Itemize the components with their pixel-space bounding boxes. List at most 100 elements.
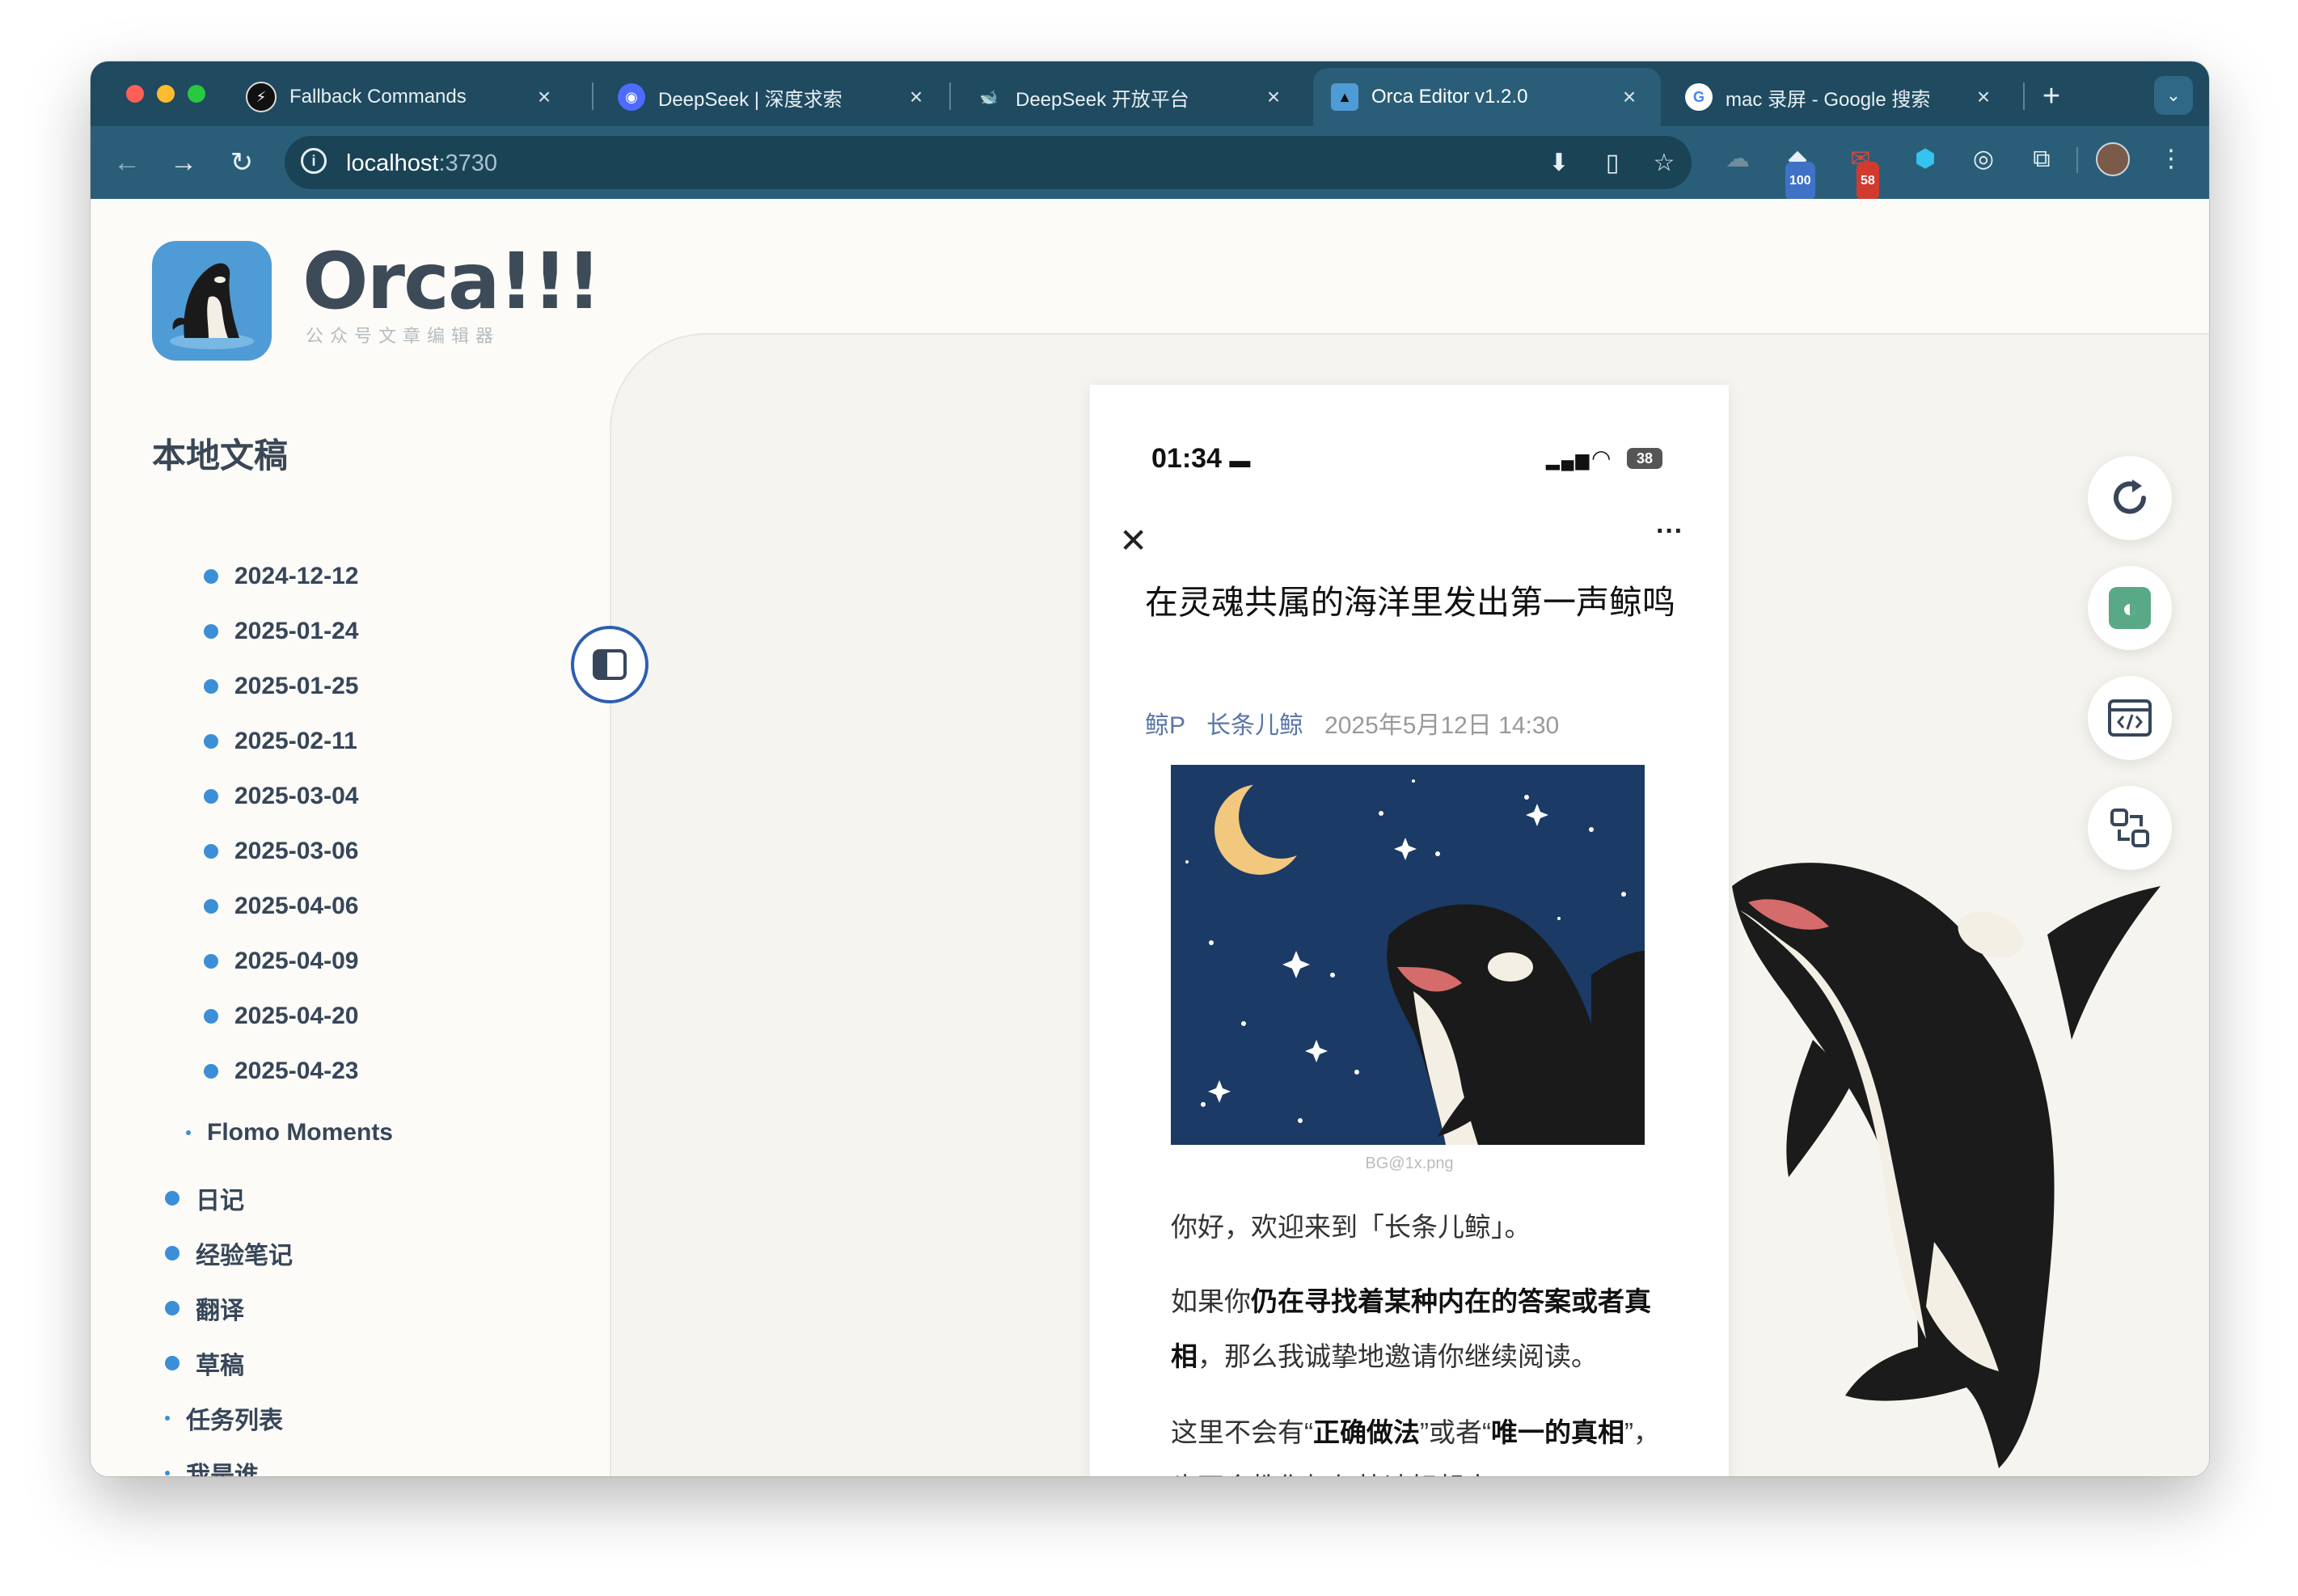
star-icon[interactable]: ☆ bbox=[1648, 147, 1680, 179]
bullet-icon bbox=[165, 1356, 180, 1370]
sidebar-toggle-icon bbox=[593, 649, 627, 680]
address-bar[interactable]: i localhost:3730 ⬇ ▯ ☆ bbox=[285, 136, 1692, 189]
close-window-button[interactable] bbox=[126, 85, 144, 103]
close-tab-icon[interactable]: × bbox=[1971, 84, 1996, 110]
sidebar-item[interactable]: 我是谁 bbox=[165, 1455, 259, 1476]
article-author[interactable]: 鲸P bbox=[1145, 712, 1185, 739]
tab-orca-editor[interactable]: ▲ Orca Editor v1.2.0 × bbox=[1313, 68, 1661, 126]
sidebar-item[interactable]: 2025-02-11 bbox=[204, 728, 357, 755]
raycast-icon: ⚡ bbox=[246, 82, 277, 112]
forward-icon[interactable]: → bbox=[163, 142, 204, 183]
sidebar-item[interactable]: 2025-03-04 bbox=[204, 783, 358, 810]
article-paragraph: 你好，欢迎来到「长条儿鲸」。 bbox=[1171, 1212, 1531, 1242]
refresh-button[interactable] bbox=[2088, 456, 2172, 540]
sidebar-item[interactable]: 2025-04-09 bbox=[204, 948, 358, 975]
glasses-extension-icon[interactable]: ◎ bbox=[1965, 141, 2002, 178]
sidebar-item-label: 2025-04-23 bbox=[234, 1058, 359, 1084]
sidebar-item[interactable]: 经验笔记 bbox=[165, 1235, 293, 1271]
bullet-icon bbox=[186, 1130, 191, 1135]
google-icon: G bbox=[1685, 83, 1713, 111]
bullet-icon bbox=[165, 1246, 180, 1260]
article-date: 2025年5月12日 14:30 bbox=[1324, 712, 1560, 739]
zoom-window-button[interactable] bbox=[188, 85, 205, 103]
extension-badge: 100 bbox=[1785, 162, 1815, 201]
new-tab-button[interactable]: + bbox=[2031, 76, 2072, 116]
sidebar-item-label: 草稿 bbox=[196, 1353, 244, 1379]
orca-logo-icon bbox=[152, 241, 272, 361]
orca-app: Orca!!! 公众号文章编辑器 本地文稿 2024-12-12 2025-01-… bbox=[91, 199, 2209, 1476]
bullet-icon bbox=[204, 789, 218, 804]
browser-window: ⚡ Fallback Commands × ◉ DeepSeek | 深度求索 … bbox=[91, 61, 2209, 1476]
tab-divider bbox=[592, 82, 594, 110]
sidebar-item-label: Flomo Moments bbox=[207, 1119, 393, 1146]
sidebar-item-label: 我是谁 bbox=[186, 1463, 259, 1476]
close-tab-icon[interactable]: × bbox=[532, 84, 556, 110]
sidebar-item[interactable]: 翻译 bbox=[165, 1290, 244, 1326]
sidebar-item-label: 2025-04-09 bbox=[234, 948, 359, 974]
bullet-icon bbox=[204, 624, 218, 639]
whale-icon: 🐋 bbox=[979, 88, 999, 105]
tab-deepseek[interactable]: ◉ DeepSeek | 深度求索 × bbox=[600, 68, 948, 126]
tab-google-search[interactable]: G mac 录屏 - Google 搜索 × bbox=[1667, 68, 2015, 126]
bullet-icon bbox=[165, 1191, 180, 1205]
sidebar-item-label: 2025-03-04 bbox=[234, 783, 359, 809]
article-paragraph: 这里不会有“正确做法”或者“唯一的真相”，也不会教你如何快速好起来。 bbox=[1171, 1417, 1660, 1476]
minimize-window-button[interactable] bbox=[157, 85, 175, 103]
article-meta: 鲸P 长条儿鲸 2025年5月12日 14:30 bbox=[1145, 705, 1559, 741]
reload-icon[interactable]: ↻ bbox=[222, 142, 262, 183]
sidebar-item[interactable]: 2025-04-06 bbox=[204, 893, 358, 920]
html-code-button[interactable] bbox=[2088, 676, 2172, 760]
sidebar-item[interactable]: 2025-01-24 bbox=[204, 618, 358, 645]
sidebar-item[interactable]: Flomo Moments bbox=[186, 1119, 393, 1146]
wechat-copy-button[interactable]: ◐ bbox=[2088, 566, 2172, 650]
sidebar-item-label: 翻译 bbox=[196, 1298, 244, 1324]
bullet-icon bbox=[204, 734, 218, 749]
bullet-icon bbox=[204, 569, 218, 584]
sidebar-item[interactable]: 任务列表 bbox=[165, 1400, 283, 1436]
sidebar-item[interactable]: 2025-04-20 bbox=[204, 1003, 358, 1030]
close-tab-icon[interactable]: × bbox=[904, 84, 928, 110]
orca-mascot-illustration bbox=[1732, 863, 2161, 1468]
tab-strip: ⚡ Fallback Commands × ◉ DeepSeek | 深度求索 … bbox=[91, 61, 2209, 126]
tab-divider bbox=[2023, 82, 2025, 110]
mail-extension-icon[interactable]: ✉ 58 bbox=[1842, 141, 1879, 201]
bullet-icon bbox=[204, 1064, 218, 1079]
tab-deepseek-platform[interactable]: 🐋 DeepSeek 开放平台 × bbox=[957, 68, 1305, 126]
url-text[interactable]: localhost:3730 bbox=[346, 150, 497, 177]
bullet-icon bbox=[165, 1416, 170, 1421]
bullet-icon bbox=[204, 954, 218, 969]
back-icon[interactable]: ← bbox=[107, 142, 147, 183]
bullet-icon bbox=[165, 1301, 180, 1315]
app-logo-text: Orca!!! bbox=[302, 236, 602, 327]
bullet-icon bbox=[204, 899, 218, 914]
close-tab-icon[interactable]: × bbox=[1617, 84, 1641, 110]
close-icon[interactable]: ✕ bbox=[1119, 521, 1147, 560]
reader-icon[interactable]: ▯ bbox=[1596, 147, 1628, 179]
browser-menu-icon[interactable]: ⋮ bbox=[2152, 141, 2190, 178]
sidebar-title: 本地文稿 bbox=[152, 437, 289, 475]
browser-toolbar: ← → ↻ i localhost:3730 ⬇ ▯ ☆ bbox=[91, 126, 2209, 199]
sidebar-item[interactable]: 2025-03-06 bbox=[204, 838, 358, 865]
install-icon[interactable]: ⬇ bbox=[1543, 147, 1575, 179]
info-icon[interactable]: i bbox=[301, 148, 327, 174]
article-title: 在灵魂共属的海洋里发出第一声鲸鸣 bbox=[1145, 584, 1675, 621]
close-tab-icon[interactable]: × bbox=[1261, 84, 1286, 110]
tab-search-button[interactable]: ⌄ bbox=[2154, 76, 2193, 115]
profile-avatar[interactable] bbox=[2096, 142, 2130, 176]
sidebar-item[interactable]: 日记 bbox=[165, 1180, 244, 1216]
sidebar-item[interactable]: 2025-04-23 bbox=[204, 1058, 358, 1085]
sidebar-item[interactable]: 草稿 bbox=[165, 1345, 244, 1381]
tab-fallback-commands[interactable]: ⚡ Fallback Commands × bbox=[228, 68, 576, 126]
sidebar-item-label: 2024-12-12 bbox=[234, 563, 359, 589]
extension-icon[interactable]: ☁ bbox=[1719, 141, 1756, 178]
sidebar-item[interactable]: 2024-12-12 bbox=[204, 563, 358, 590]
hex-extension-icon[interactable]: ⬢ bbox=[1907, 141, 1944, 178]
extensions-puzzle-icon[interactable]: ⧉ bbox=[2023, 141, 2060, 178]
sidebar-item[interactable]: 2025-01-25 bbox=[204, 673, 358, 700]
car-icon: ▬ bbox=[1229, 448, 1251, 472]
app-logo-subtitle: 公众号文章编辑器 bbox=[306, 326, 501, 346]
more-icon[interactable]: ··· bbox=[1656, 516, 1683, 547]
extension-counter-icon[interactable]: ◆ 100 bbox=[1779, 141, 1816, 201]
sidebar-toggle-button[interactable] bbox=[571, 626, 648, 703]
article-account[interactable]: 长条儿鲸 bbox=[1206, 712, 1303, 739]
